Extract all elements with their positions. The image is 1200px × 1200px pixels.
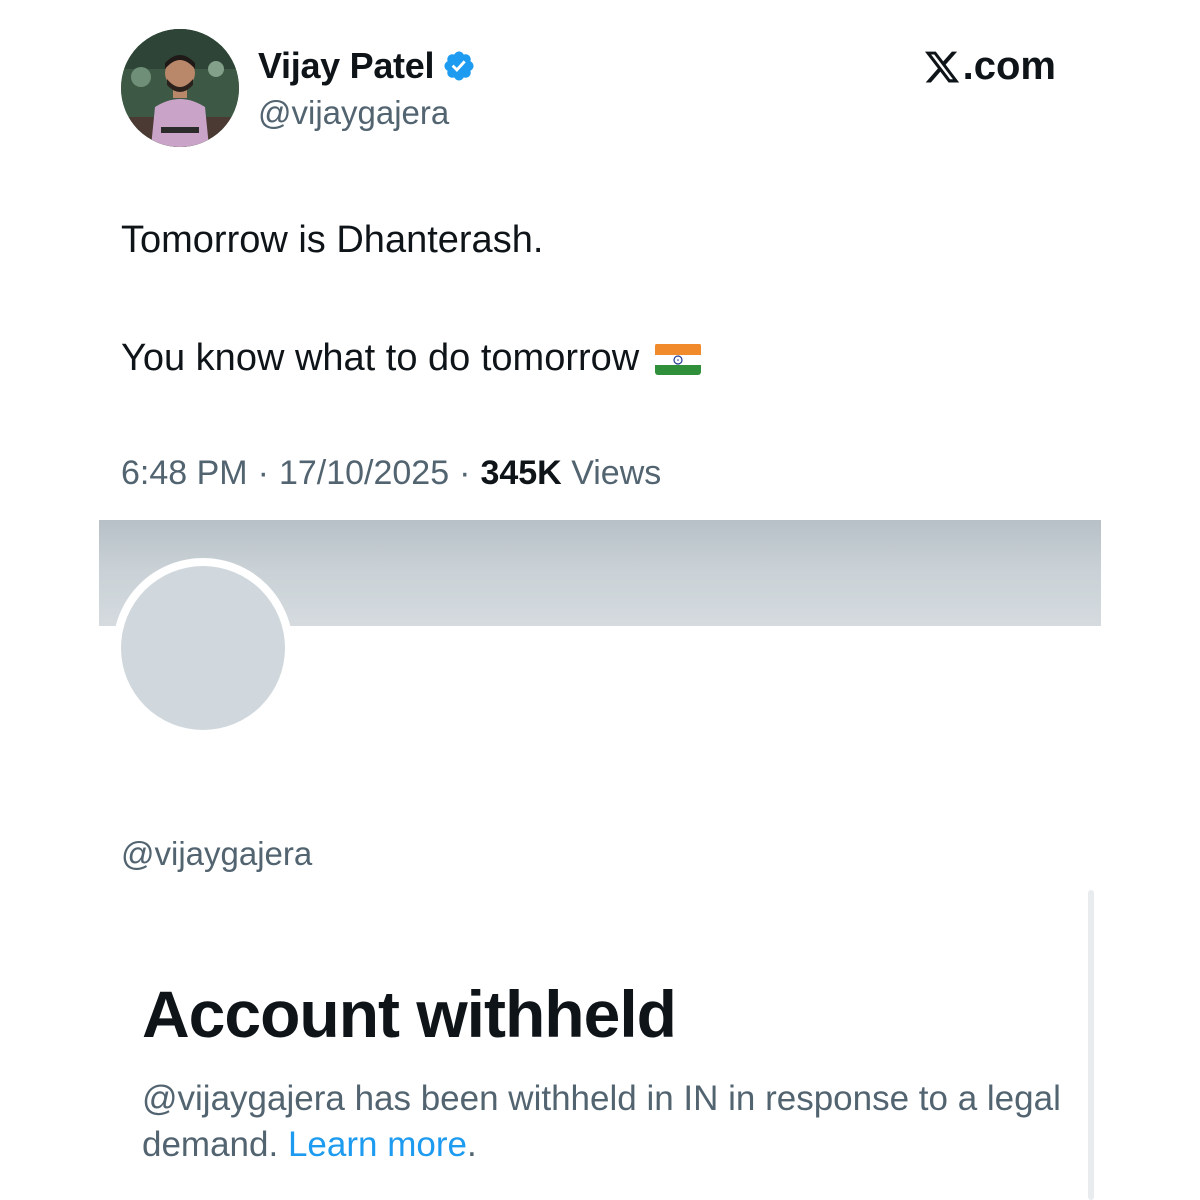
brand-suffix: .com [962, 44, 1056, 88]
profile-handle: @vijaygajera [121, 835, 313, 872]
tweet-text-line-2-text: You know what to do tomorrow [121, 337, 640, 379]
profile-avatar-placeholder [113, 558, 293, 738]
x-brand: .com [923, 44, 1056, 89]
author-handle[interactable]: @vijaygajera [258, 94, 449, 132]
avatar-placeholder-circle [121, 566, 285, 730]
meta-separator: · [257, 454, 269, 492]
author-display-name[interactable]: Vijay Patel [258, 45, 434, 87]
withheld-message: @vijaygajera has been withheld in IN in … [142, 1076, 1072, 1168]
india-flag-icon [655, 343, 702, 375]
views-count-group[interactable]: 345K Views [480, 454, 661, 493]
views-label: Views [571, 454, 662, 492]
scrollbar[interactable] [1088, 890, 1094, 1200]
tweet-meta: 6:48 PM · 17/10/2025 · 345K Views [121, 454, 661, 493]
withheld-message-text: @vijaygajera has been withheld in IN in … [142, 1079, 1061, 1164]
trailing-period: . [466, 1125, 477, 1164]
meta-separator: · [459, 454, 471, 492]
learn-more-link[interactable]: Learn more [288, 1125, 467, 1164]
profile-photo [121, 29, 239, 147]
tweet-text-line-1: Tomorrow is Dhanterash. [121, 219, 544, 261]
views-count: 345K [480, 454, 562, 492]
tweet-text-line-2: You know what to do tomorrow [121, 337, 702, 380]
author-avatar[interactable] [121, 29, 239, 147]
withheld-title: Account withheld [142, 977, 677, 1051]
verified-badge-icon [442, 49, 476, 83]
x-logo-icon [923, 48, 961, 86]
tweet-time[interactable]: 6:48 PM [121, 454, 248, 493]
author-name-row[interactable]: Vijay Patel [258, 44, 476, 88]
tweet-date[interactable]: 17/10/2025 [279, 454, 449, 493]
